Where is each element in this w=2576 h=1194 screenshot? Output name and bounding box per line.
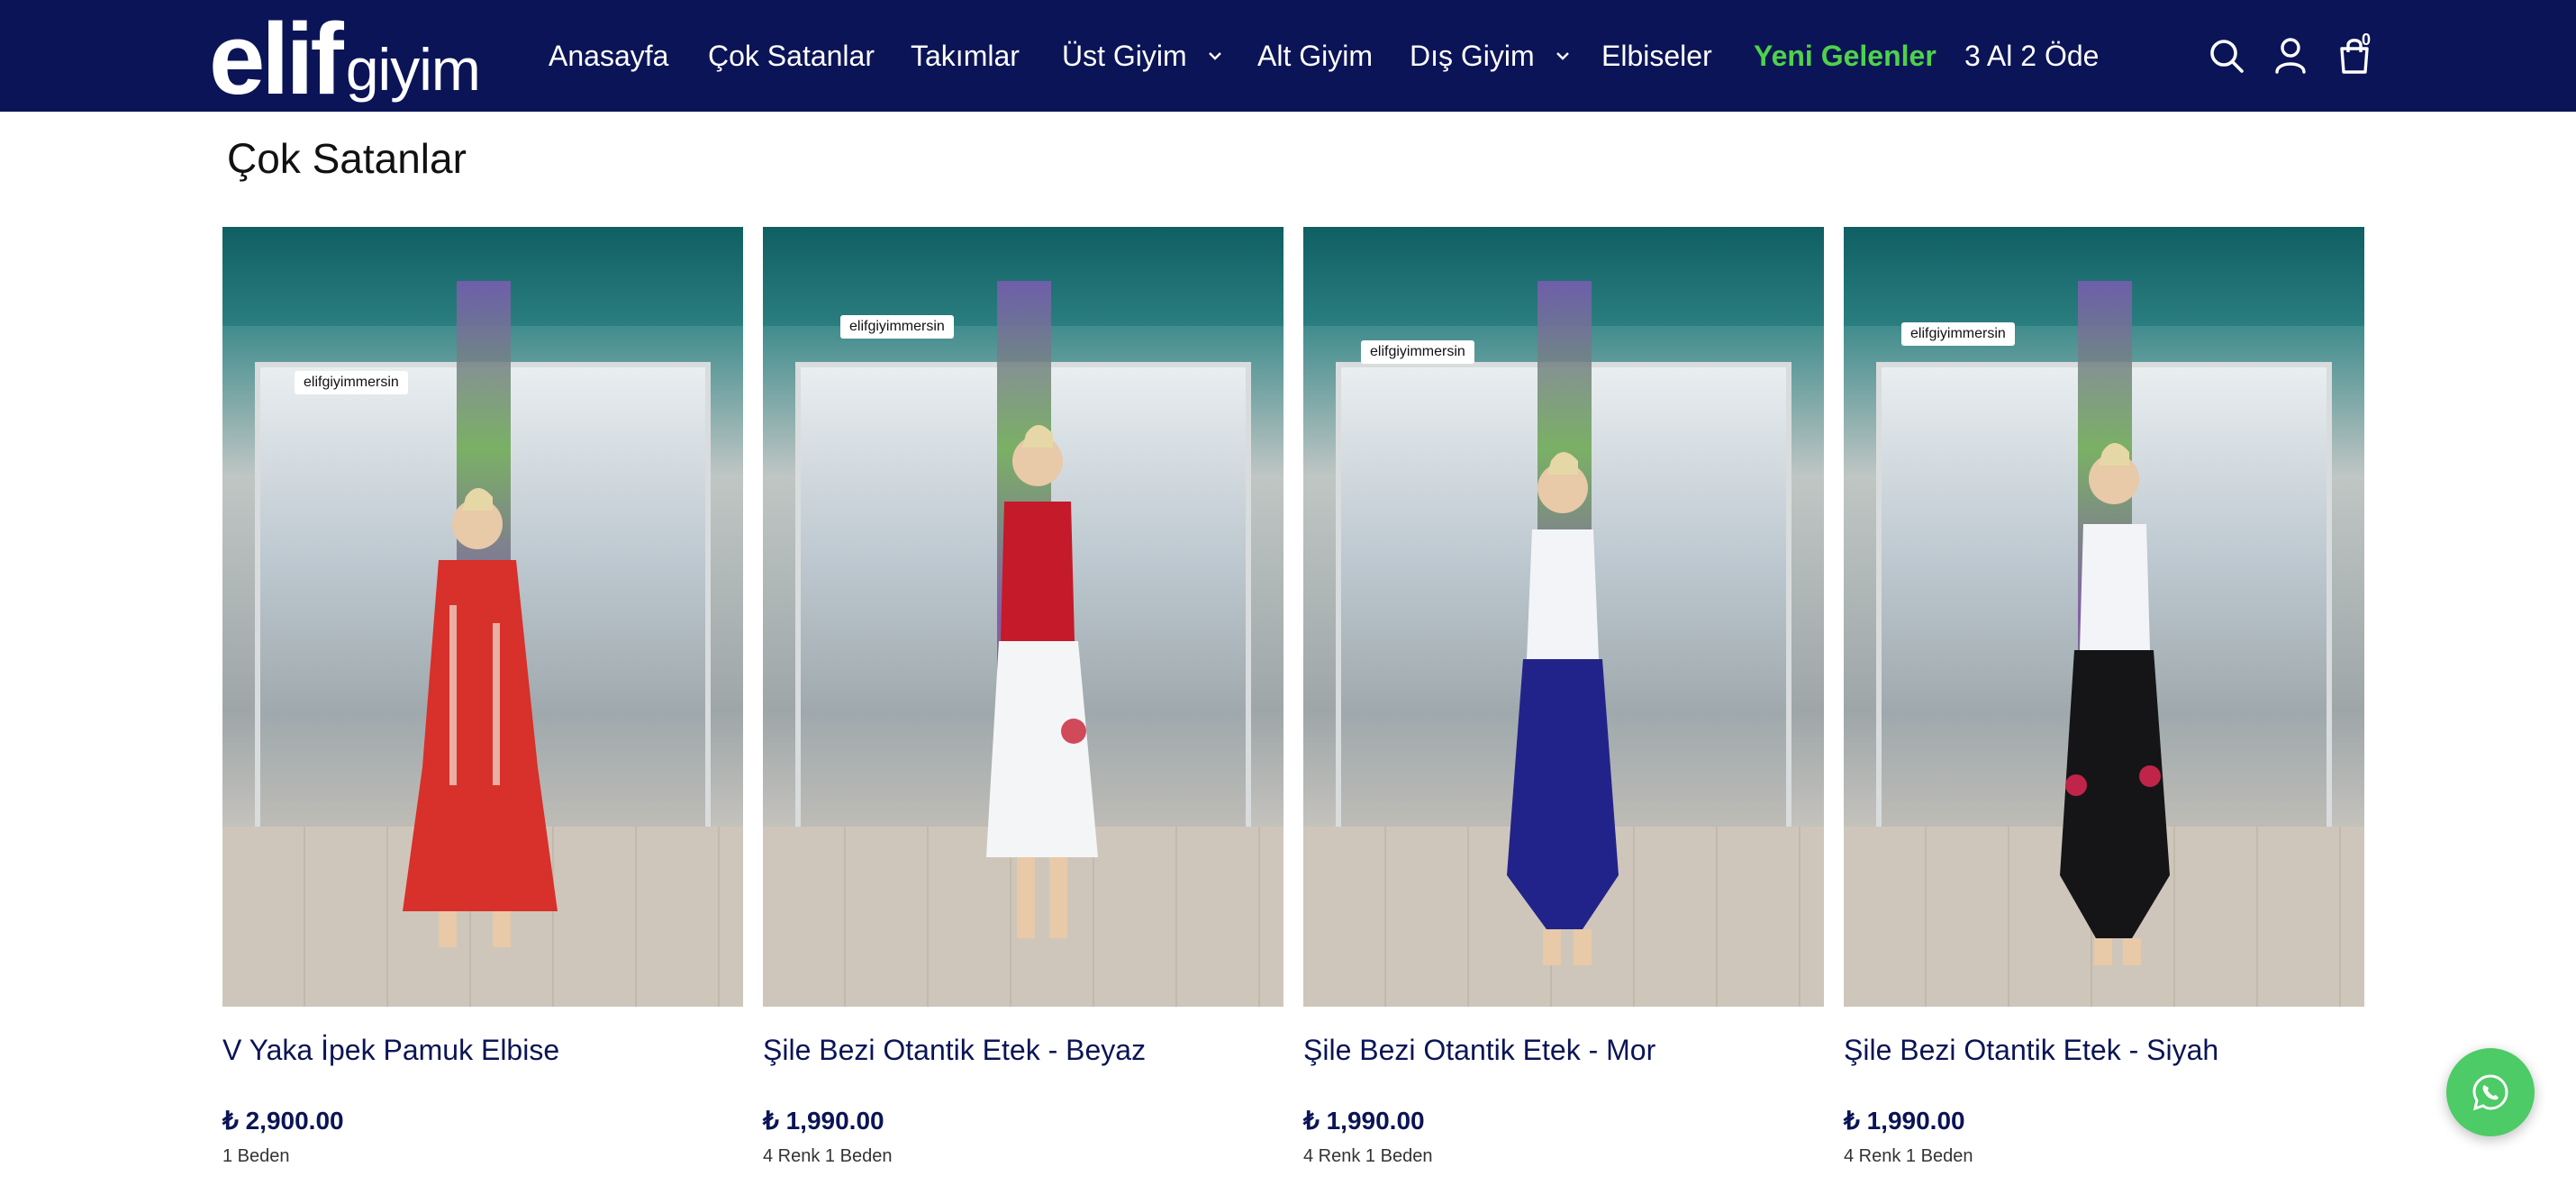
nav-item-cok-satanlar[interactable]: Çok Satanlar [708,0,875,112]
product-title[interactable]: Şile Bezi Otantik Etek - Mor [1303,1032,1824,1068]
product-image[interactable]: elifgiyimmersin [222,227,743,1007]
nav-item-elbiseler[interactable]: Elbiseler [1601,0,1712,112]
main-nav: Anasayfa Çok Satanlar Takımlar Üst Giyim… [0,0,2576,112]
product-title[interactable]: Şile Bezi Otantik Etek - Siyah [1844,1032,2364,1068]
site-header: elif giyim Anasayfa Çok Satanlar Takımla… [0,0,2576,112]
product-variants: 4 Renk 1 Beden [1303,1146,1433,1166]
nav-item-alt-giyim[interactable]: Alt Giyim [1257,0,1373,112]
nav-item-label: Dış Giyim [1410,39,1535,72]
nav-item-3-al-2-ode[interactable]: 3 Al 2 Öde [1964,0,2099,112]
product-card: elifgiyimmersin Şile Bezi Otantik Etek -… [1303,227,1824,1167]
model-figure [1507,452,1619,965]
product-title[interactable]: V Yaka İpek Pamuk Elbise [222,1032,743,1068]
nav-item-takimlar[interactable]: Takımlar [911,0,1020,112]
product-card: elifgiyimmersin Şile Bezi Otantik Etek -… [1844,227,2364,1167]
product-variants: 4 Renk 1 Beden [763,1146,893,1166]
whatsapp-button[interactable] [2446,1048,2535,1136]
product-price: ₺ 2,900.00 [222,1107,344,1135]
nav-item-dis-giyim[interactable]: Dış Giyim [1410,0,1571,112]
chevron-down-icon [1208,52,1221,60]
nav-item-label: Üst Giyim [1062,39,1187,72]
search-icon[interactable] [2205,34,2248,77]
cart-count-badge: 0 [2362,31,2372,49]
product-price: ₺ 1,990.00 [763,1107,884,1135]
product-price: ₺ 1,990.00 [1303,1107,1425,1135]
product-title[interactable]: Şile Bezi Otantik Etek - Beyaz [763,1032,1283,1068]
model-figure [986,425,1098,938]
section-title: Çok Satanlar [227,135,467,182]
product-price: ₺ 1,990.00 [1844,1107,1965,1135]
product-image[interactable]: elifgiyimmersin [1844,227,2364,1007]
product-variants: 4 Renk 1 Beden [1844,1146,1973,1166]
model-figure [2060,443,2170,965]
product-card: elifgiyimmersin Şile Bezi Otantik Etek -… [763,227,1283,1167]
account-icon[interactable] [2269,34,2312,77]
nav-item-ust-giyim[interactable]: Üst Giyim [1062,0,1223,112]
product-image[interactable]: elifgiyimmersin [1303,227,1824,1007]
product-image[interactable]: elifgiyimmersin [763,227,1283,1007]
product-card: elifgiyimmersin V Yaka İpek Pamuk Elbise… [222,227,743,1167]
model-figure [403,488,558,947]
product-variants: 1 Beden [222,1146,290,1166]
chevron-down-icon [1556,52,1569,60]
whatsapp-icon [2472,1074,2508,1111]
nav-item-anasayfa[interactable]: Anasayfa [549,0,668,112]
nav-item-yeni-gelenler[interactable]: Yeni Gelenler [1754,0,1937,112]
